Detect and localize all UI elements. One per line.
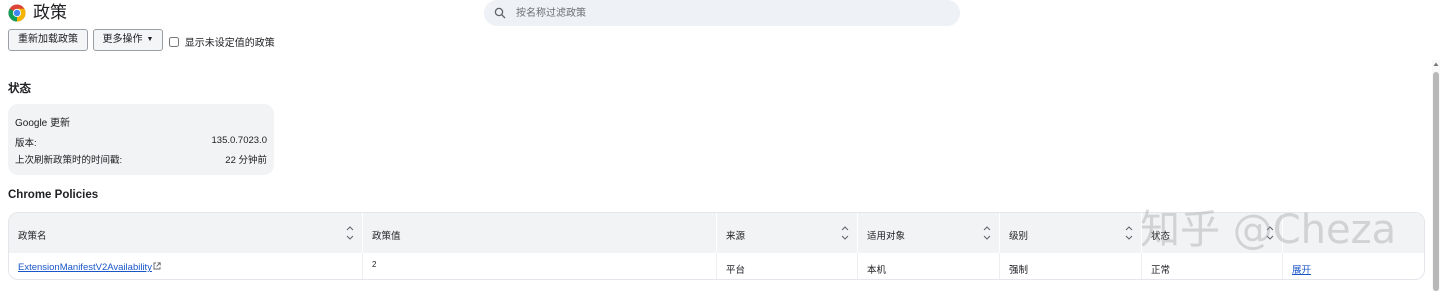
- reload-policies-button[interactable]: 重新加载政策: [8, 29, 88, 51]
- status-value: 22 分钟前: [225, 155, 267, 166]
- column-header-label: 政策名: [18, 231, 47, 242]
- policy-source-cell: 平台: [717, 253, 858, 279]
- policies-section-title: Chrome Policies: [8, 189, 99, 201]
- column-header-label: 级别: [1009, 231, 1029, 242]
- policy-value: 2: [372, 260, 377, 269]
- policies-table: 政策名 政策值 来源 适用对象 级别 状态 ExtensionManifestV…: [8, 212, 1425, 280]
- policy-scope-cell: 本机: [858, 253, 1000, 279]
- sort-icon[interactable]: [841, 224, 849, 242]
- policy-level-cell: 强制: [1000, 253, 1142, 279]
- caret-down-icon: ▼: [146, 36, 154, 43]
- reload-policies-label: 重新加载政策: [18, 34, 78, 45]
- policy-value-cell: 2: [363, 253, 717, 279]
- search-icon: [494, 7, 506, 19]
- column-header-source[interactable]: 来源: [717, 213, 858, 253]
- sort-icon[interactable]: [1266, 224, 1274, 242]
- sort-icon[interactable]: [346, 224, 354, 242]
- page-title: 政策: [33, 3, 67, 22]
- more-actions-label: 更多操作: [102, 34, 143, 45]
- status-card: Google 更新 版本: 135.0.7023.0 上次刷新政策时的时间戳: …: [8, 104, 274, 175]
- column-header-label: 政策值: [372, 231, 401, 242]
- status-label: 版本:: [15, 138, 37, 149]
- column-header-scope[interactable]: 适用对象: [858, 213, 1000, 253]
- search-field[interactable]: [484, 0, 960, 26]
- external-link-icon[interactable]: [153, 262, 161, 270]
- column-header-label: 来源: [726, 231, 746, 242]
- status-card-title: Google 更新: [15, 118, 71, 129]
- policy-scope: 本机: [867, 265, 887, 276]
- policy-action-cell: 展开: [1283, 253, 1424, 279]
- column-header-label: 状态: [1151, 231, 1171, 242]
- page-header: 政策: [0, 0, 1440, 28]
- show-unset-checkbox[interactable]: [169, 37, 179, 47]
- policy-source: 平台: [726, 265, 746, 276]
- vertical-scrollbar[interactable]: [1432, 60, 1440, 291]
- policy-status: 正常: [1151, 265, 1171, 276]
- chrome-logo-icon: [8, 4, 26, 22]
- status-value: 135.0.7023.0: [211, 135, 267, 146]
- sort-icon[interactable]: [1125, 224, 1133, 242]
- column-header-level[interactable]: 级别: [1000, 213, 1142, 253]
- policy-name-wrap: ExtensionManifestV2Availability: [18, 262, 161, 273]
- scrollbar-thumb[interactable]: [1433, 72, 1439, 291]
- scroll-up-arrow-icon[interactable]: [1433, 60, 1439, 68]
- show-unset-label: 显示未设定值的政策: [184, 38, 275, 49]
- table-header-row: 政策名 政策值 来源 适用对象 级别 状态: [9, 213, 1424, 253]
- more-actions-button[interactable]: 更多操作 ▼: [93, 29, 163, 51]
- column-header-policy-value: 政策值: [363, 213, 717, 253]
- column-header-policy-name[interactable]: 政策名: [9, 213, 363, 253]
- column-header-actions: [1283, 213, 1424, 253]
- expand-link[interactable]: 展开: [1292, 262, 1311, 276]
- status-section-title: 状态: [8, 83, 31, 95]
- sort-icon[interactable]: [983, 224, 991, 242]
- status-label: 上次刷新政策时的时间戳:: [15, 155, 123, 166]
- search-input[interactable]: [514, 3, 934, 23]
- policy-status-cell: 正常: [1142, 253, 1283, 279]
- policy-name-link[interactable]: ExtensionManifestV2Availability: [18, 262, 152, 273]
- column-header-status[interactable]: 状态: [1142, 213, 1283, 253]
- column-header-label: 适用对象: [867, 231, 906, 242]
- show-unset-policies-toggle[interactable]: 显示未设定值的政策: [169, 34, 275, 49]
- status-row-last-fetch: 上次刷新政策时的时间戳: 22 分钟前: [15, 152, 267, 166]
- policy-name-cell: ExtensionManifestV2Availability: [9, 253, 363, 279]
- policy-level: 强制: [1009, 265, 1029, 276]
- status-row-version: 版本: 135.0.7023.0: [15, 135, 267, 149]
- table-row: ExtensionManifestV2Availability 2 平台 本机 …: [9, 253, 1424, 279]
